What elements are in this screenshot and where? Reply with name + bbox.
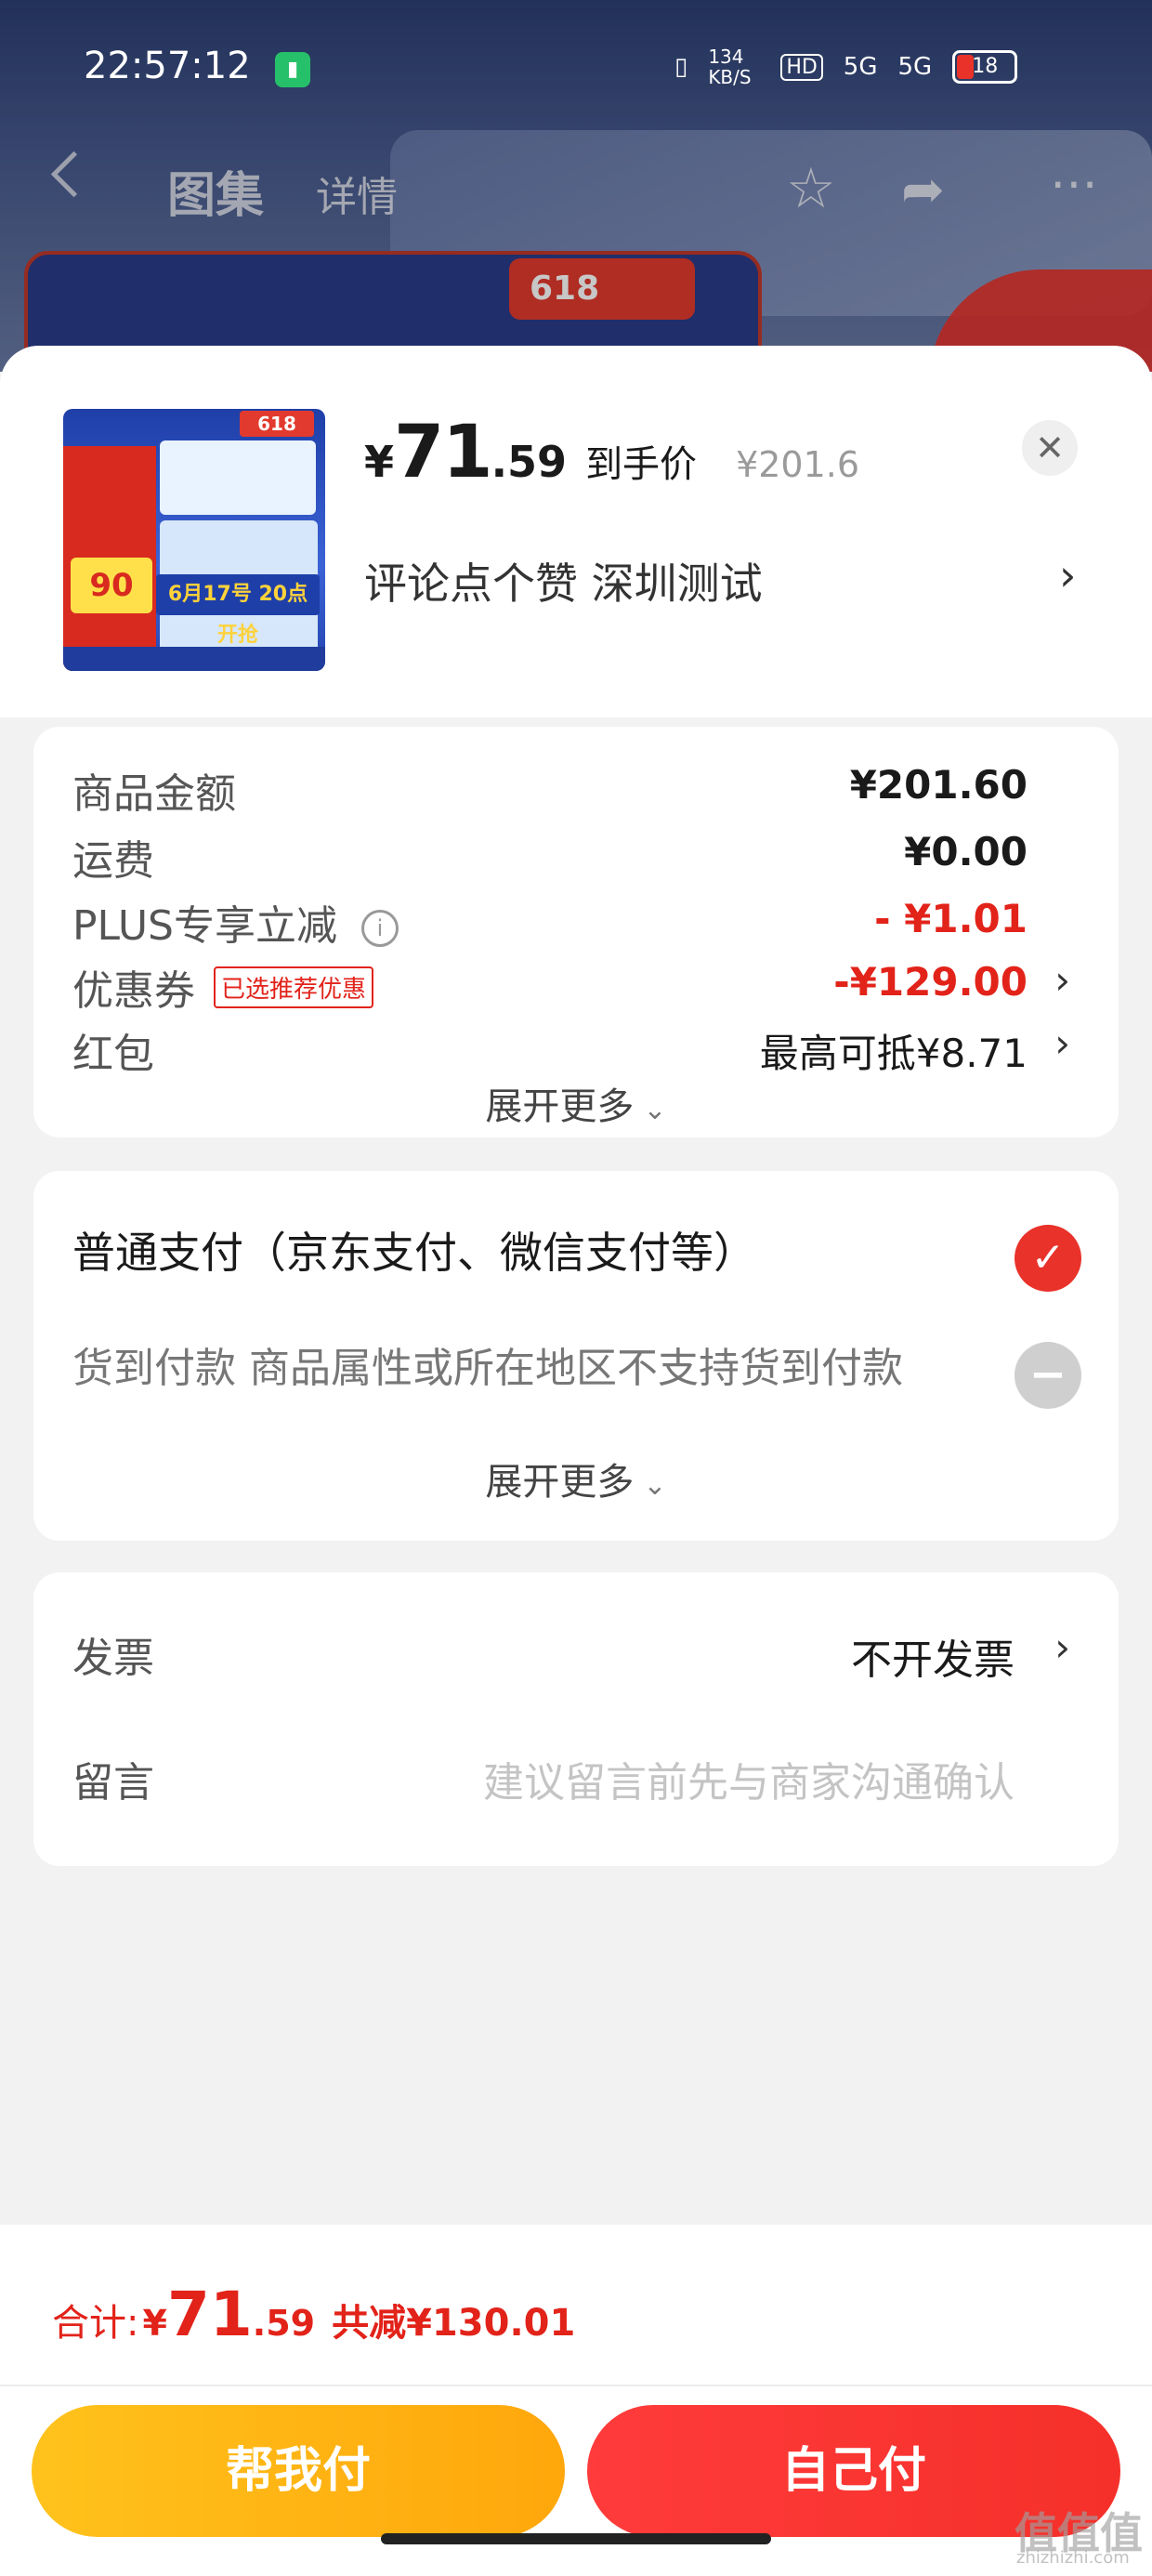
expand-more-button[interactable]: 展开更多 ⌄: [33, 1076, 1119, 1130]
invoice-label: 发票: [72, 1635, 154, 1682]
chevron-down-icon: ⌄: [643, 1469, 667, 1502]
original-price: ¥201.6: [736, 444, 860, 485]
signal-5g-icon-2: 5G: [897, 53, 933, 81]
price-tag: 到手价: [585, 443, 698, 486]
chevron-right-icon[interactable]: ›: [1059, 550, 1076, 600]
status-bar: 22:57:12 ▮ ▯ 134 KB/S HD 5G 5G 18: [0, 0, 1152, 139]
row-label: 运费: [72, 837, 154, 885]
final-price: ¥ 71 .59 到手价 ¥201.6: [364, 411, 859, 494]
close-button[interactable]: ✕: [1022, 420, 1078, 476]
thumbnail-price: 90: [71, 558, 152, 613]
total-label: 合计:: [52, 2302, 139, 2345]
thumbnail-banner: [160, 440, 316, 515]
extras-card: 发票 不开发票 › 留言 建议留言前先与商家沟通确认: [33, 1572, 1119, 1866]
help-pay-button[interactable]: 帮我付: [32, 2405, 565, 2537]
row-value: -¥129.00: [833, 959, 1028, 1005]
total-summary: 合计: ¥ 71 .59 共减¥130.01: [52, 2279, 575, 2350]
row-label: 商品金额: [72, 770, 236, 818]
info-icon[interactable]: i: [361, 910, 399, 947]
total-integer: 71: [166, 2279, 253, 2350]
row-value: 最高可抵¥8.71: [759, 1031, 1028, 1076]
total-currency: ¥: [142, 2303, 167, 2344]
thumbnail-618-badge: 618: [240, 411, 314, 437]
price-decimal: .59: [491, 437, 568, 487]
row-value: ¥0.00: [904, 829, 1028, 874]
divider: [0, 2385, 1152, 2386]
coupon-label-wrap: 优惠券 已选推荐优惠: [72, 957, 374, 1017]
row-label: 红包: [72, 1031, 154, 1078]
chevron-down-icon: ⌄: [643, 1094, 667, 1126]
price-currency: ¥: [364, 437, 395, 487]
product-header: 618 90 6月17号 20点 开抢 ¥ 71 .59 到手价 ¥201.6 …: [0, 346, 1152, 717]
network-speed: 134 KB/S: [708, 46, 752, 88]
charging-icon: ▮: [275, 52, 310, 87]
chevron-right-icon[interactable]: ›: [1054, 957, 1070, 1003]
price-summary-card: 商品金额 ¥201.60 运费 ¥0.00 PLUS专享立减 i - ¥1.01 …: [33, 727, 1119, 1137]
battery-icon: 18: [952, 50, 1018, 84]
hd-icon: HD: [780, 53, 823, 81]
status-time: 22:57:12: [84, 45, 251, 87]
plus-discount-label-wrap: PLUS专享立减 i: [72, 892, 399, 952]
product-thumbnail[interactable]: 618 90 6月17号 20点 开抢: [63, 409, 325, 671]
expand-more-button[interactable]: 展开更多 ⌄: [33, 1452, 1119, 1505]
expand-more-label: 展开更多: [485, 1461, 635, 1504]
chevron-right-icon[interactable]: ›: [1054, 1020, 1070, 1066]
coupon-badge: 已选推荐优惠: [214, 966, 374, 1008]
payment-option-label: 货到付款 商品属性或所在地区不支持货到付款: [72, 1345, 903, 1392]
checked-icon[interactable]: ✓: [1015, 1225, 1081, 1292]
payment-option-label: 普通支付（京东支付、微信支付等）: [72, 1228, 756, 1278]
invoice-value: 不开发票: [851, 1636, 1015, 1684]
row-label: PLUS专享立减: [72, 902, 337, 950]
message-input[interactable]: 建议留言前先与商家沟通确认: [483, 1749, 1015, 1808]
disabled-icon: −: [1015, 1342, 1081, 1409]
watermark-url: zhizhizhi.com: [1016, 2548, 1130, 2568]
row-value: - ¥1.01: [874, 896, 1028, 941]
home-indicator[interactable]: [381, 2533, 771, 2544]
total-decimal: .59: [252, 2303, 316, 2344]
vibrate-icon: ▯: [674, 53, 688, 81]
message-label: 留言: [72, 1759, 154, 1807]
close-icon: ✕: [1035, 427, 1065, 468]
signal-5g-icon: 5G: [843, 53, 878, 81]
thumbnail-date: 6月17号 20点 开抢: [156, 574, 320, 647]
product-spec[interactable]: 评论点个赞 深圳测试: [364, 550, 763, 611]
expand-more-label: 展开更多: [485, 1085, 635, 1128]
chevron-right-icon[interactable]: ›: [1054, 1624, 1070, 1670]
row-value: ¥201.60: [849, 762, 1028, 808]
thumbnail-footer: [63, 647, 325, 671]
row-label: 优惠券: [72, 967, 195, 1015]
status-indicators: ▯ 134 KB/S HD 5G 5G 18: [674, 46, 1018, 88]
price-integer: 71: [394, 411, 493, 494]
total-saved: 共减¥130.01: [332, 2302, 576, 2345]
checkout-sheet: 618 90 6月17号 20点 开抢 ¥ 71 .59 到手价 ¥201.6 …: [0, 346, 1152, 2576]
battery-level: 18: [972, 55, 999, 78]
payment-method-card: 普通支付（京东支付、微信支付等） ✓ 货到付款 商品属性或所在地区不支持货到付款…: [33, 1171, 1119, 1541]
checkout-footer: 合计: ¥ 71 .59 共减¥130.01 帮我付 自己付: [0, 2225, 1152, 2576]
